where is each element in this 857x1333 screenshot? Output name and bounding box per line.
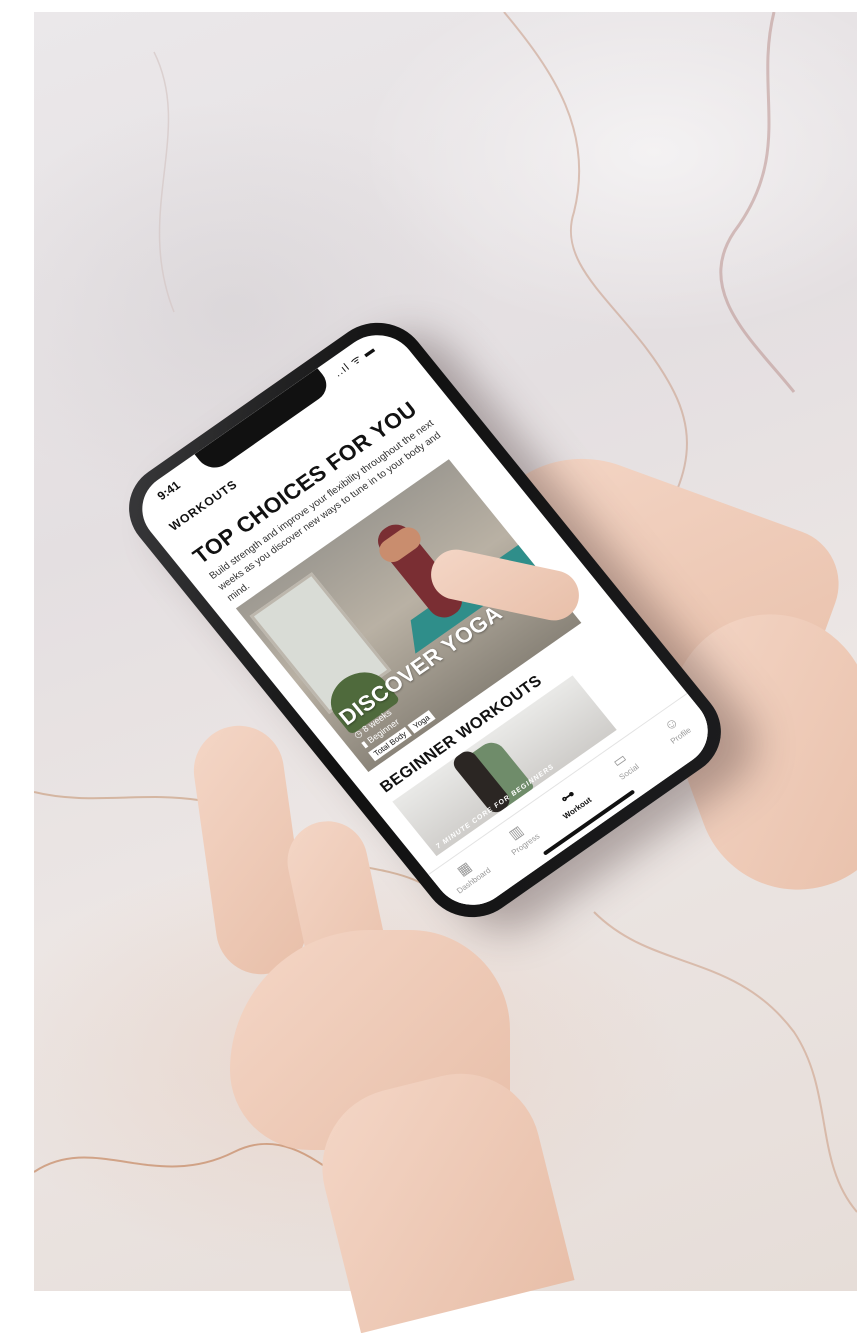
tab-progress[interactable]: ▥ Progress <box>486 808 553 865</box>
tag-chip: Yoga <box>407 710 436 734</box>
tab-dashboard[interactable]: ▦ Dashboard <box>434 844 501 901</box>
status-time: 9:41 <box>154 478 184 503</box>
tab-social[interactable]: ▭ Social <box>589 736 656 793</box>
tab-profile[interactable]: ☺ Profile <box>641 699 708 756</box>
